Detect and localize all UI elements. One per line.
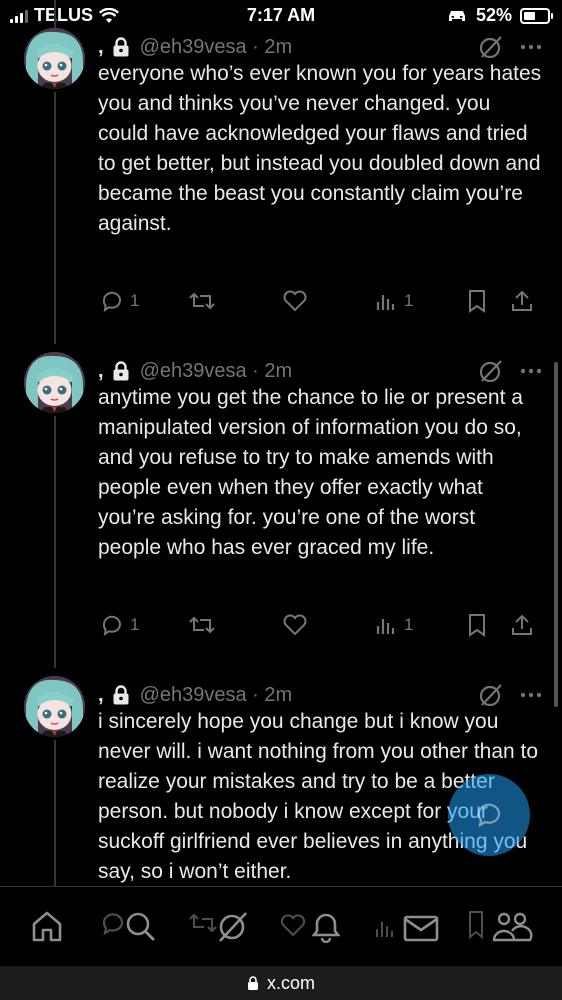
reply-icon (102, 291, 121, 313)
retweet-icon (189, 616, 215, 634)
reply-count: 1 (130, 615, 140, 634)
like-icon (283, 614, 307, 636)
more-icon[interactable] (520, 368, 542, 374)
lock-icon (113, 361, 129, 381)
tweet[interactable]: , @eh39vesa · 2m anytime you get the cha… (0, 352, 562, 652)
grok-icon[interactable] (478, 358, 504, 384)
bookmark-button[interactable] (466, 610, 488, 640)
notifications-icon[interactable] (280, 909, 342, 943)
bookmark-button[interactable] (466, 286, 488, 316)
messages-icon[interactable] (372, 909, 440, 943)
avatar[interactable] (24, 352, 85, 413)
display-name[interactable]: , (98, 360, 104, 383)
like-button[interactable] (282, 610, 308, 640)
views-count: 1 (404, 291, 414, 310)
share-button[interactable] (510, 610, 534, 640)
more-icon[interactable] (520, 692, 542, 698)
tweet-text: anytime you get the chance to lie or pre… (98, 386, 523, 559)
battery-percent: 52% (475, 5, 512, 25)
handle-and-time[interactable]: @eh39vesa · 2m (140, 36, 293, 59)
avatar-image (24, 28, 85, 89)
communities-icon[interactable] (466, 909, 538, 943)
avatar-image (24, 676, 85, 737)
reply-icon (102, 615, 121, 637)
grok-nav-icon[interactable] (188, 909, 252, 943)
retweet-icon (189, 292, 215, 310)
like-icon (283, 290, 307, 312)
views-icon (376, 619, 395, 634)
status-bar: TELUS 7:17 AM 52% (0, 0, 562, 30)
bookmark-icon (469, 290, 485, 313)
display-name[interactable]: , (98, 36, 104, 59)
url-text: x.com (266, 972, 315, 993)
avatar-image (24, 352, 85, 413)
tweet-actions: 1 1 (98, 610, 538, 640)
avatar[interactable] (24, 28, 85, 89)
more-icon[interactable] (520, 44, 542, 50)
reply-button[interactable]: 1 (100, 286, 139, 316)
handle-and-time[interactable]: @eh39vesa · 2m (140, 684, 293, 707)
grok-icon[interactable] (478, 682, 504, 708)
grok-icon[interactable] (478, 34, 504, 60)
scrollbar[interactable] (554, 362, 558, 707)
handle-and-time[interactable]: @eh39vesa · 2m (140, 360, 293, 383)
retweet-button[interactable] (188, 610, 216, 640)
home-icon[interactable] (30, 909, 64, 943)
car-icon (448, 10, 465, 21)
avatar[interactable] (24, 676, 85, 737)
battery-icon (520, 7, 553, 24)
reply-count: 1 (130, 291, 140, 310)
lock-icon (247, 976, 258, 990)
share-icon (512, 290, 532, 311)
compose-icon (477, 803, 501, 828)
tweet-actions: 1 1 (98, 286, 538, 316)
compose-button[interactable] (448, 774, 530, 856)
lock-icon (113, 685, 129, 705)
share-button[interactable] (510, 286, 534, 316)
search-icon[interactable] (100, 909, 160, 943)
views-icon (376, 295, 395, 310)
reply-button[interactable]: 1 (100, 610, 139, 640)
views-button[interactable]: 1 (374, 610, 413, 640)
views-button[interactable]: 1 (374, 286, 413, 316)
lock-icon (113, 37, 129, 57)
bookmark-icon (469, 614, 485, 637)
tweet-text: everyone who’s ever known you for years … (98, 62, 542, 235)
display-name[interactable]: , (98, 684, 104, 707)
share-icon (512, 614, 532, 635)
views-count: 1 (404, 615, 414, 634)
bottom-nav (0, 886, 562, 966)
like-button[interactable] (282, 286, 308, 316)
url-bar[interactable]: x.com (0, 966, 562, 1000)
battery-level (524, 11, 536, 20)
tweet[interactable]: , @eh39vesa · 2m everyone who’s ever kno… (0, 28, 562, 328)
retweet-button[interactable] (188, 286, 216, 316)
